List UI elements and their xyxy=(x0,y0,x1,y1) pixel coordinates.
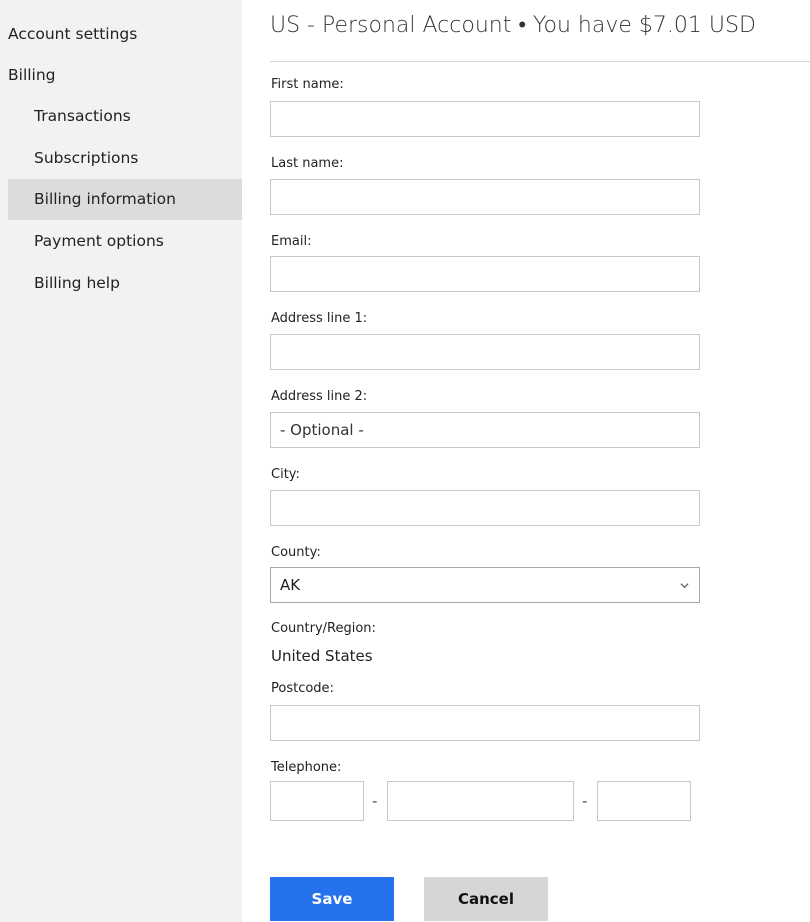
telephone-label: Telephone: xyxy=(271,760,342,775)
city-label: City: xyxy=(271,467,300,482)
telephone-area-code-input[interactable] xyxy=(270,781,364,821)
sidebar-item-label: Billing help xyxy=(34,274,120,292)
sidebar-item-label: Billing xyxy=(8,66,56,84)
sidebar-item-billing[interactable]: Billing xyxy=(8,55,242,96)
email-input[interactable] xyxy=(270,256,700,292)
telephone-number-input[interactable] xyxy=(387,781,574,821)
first-name-label: First name: xyxy=(271,77,344,92)
telephone-separator: - xyxy=(582,792,588,810)
cancel-button[interactable]: Cancel xyxy=(424,877,548,921)
chevron-down-icon xyxy=(680,583,689,589)
county-selected-value: AK xyxy=(280,576,301,594)
billing-information-page: Account settings Billing Transactions Su… xyxy=(0,0,810,922)
county-label: County: xyxy=(271,545,321,560)
county-select[interactable]: AK xyxy=(270,567,700,603)
address-line-1-input[interactable] xyxy=(270,334,700,370)
telephone-extension-input[interactable] xyxy=(597,781,691,821)
page-title: US - Personal Account • You have $7.01 U… xyxy=(270,13,756,38)
sidebar-item-label: Payment options xyxy=(34,232,164,250)
last-name-input[interactable] xyxy=(270,179,700,215)
sidebar-item-billing-help[interactable]: Billing help xyxy=(8,263,242,304)
sidebar-nav: Account settings Billing Transactions Su… xyxy=(0,0,242,922)
sidebar-item-billing-information[interactable]: Billing information xyxy=(8,179,242,220)
save-button[interactable]: Save xyxy=(270,877,394,921)
city-input[interactable] xyxy=(270,490,700,526)
sidebar-item-payment-options[interactable]: Payment options xyxy=(8,221,242,262)
address-line-1-label: Address line 1: xyxy=(271,311,368,326)
telephone-separator: - xyxy=(372,792,378,810)
sidebar-item-transactions[interactable]: Transactions xyxy=(8,96,242,137)
sidebar-item-label: Account settings xyxy=(8,25,138,43)
country-region-value: United States xyxy=(271,647,373,665)
country-region-label: Country/Region: xyxy=(271,621,376,636)
sidebar-item-label: Subscriptions xyxy=(34,149,139,167)
header-divider xyxy=(270,61,810,62)
last-name-label: Last name: xyxy=(271,156,344,171)
email-label: Email: xyxy=(271,234,312,249)
sidebar-item-label: Transactions xyxy=(34,107,131,125)
sidebar-item-subscriptions[interactable]: Subscriptions xyxy=(8,138,242,179)
address-line-2-label: Address line 2: xyxy=(271,389,368,404)
first-name-input[interactable] xyxy=(270,101,700,137)
sidebar-item-label: Billing information xyxy=(34,190,176,208)
sidebar-item-account-settings[interactable]: Account settings xyxy=(8,14,242,55)
postcode-input[interactable] xyxy=(270,705,700,741)
address-line-2-input[interactable]: - Optional - xyxy=(270,412,700,448)
postcode-label: Postcode: xyxy=(271,681,334,696)
